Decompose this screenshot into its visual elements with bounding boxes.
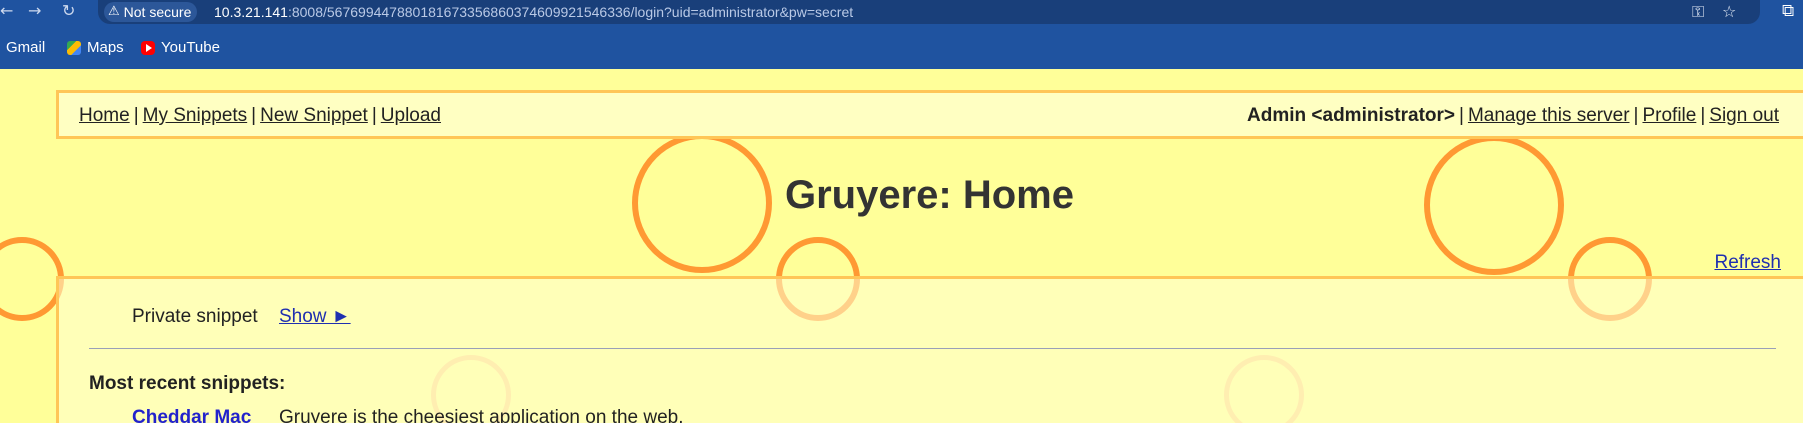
recent-snippets-heading: Most recent snippets: [89,373,286,394]
forward-icon[interactable]: → [28,1,41,20]
menu-manage-server-link[interactable]: Manage this server [1468,105,1630,126]
decorative-circle [0,237,64,321]
refresh-link[interactable]: Refresh [1714,252,1781,274]
current-user-label: Admin <administrator> [1247,105,1456,126]
menu-left: Home | My Snippets | New Snippet | Upload [79,105,441,126]
bookmark-gmail[interactable]: Gmail [0,38,45,58]
maps-icon [67,41,81,55]
security-label: Not secure [123,4,192,20]
bookmark-label: Gmail [6,39,46,56]
security-chip[interactable]: ⚠ Not secure [104,2,198,22]
bookmarks-bar: Gmail Maps YouTube [0,34,1803,62]
menu-upload-link[interactable]: Upload [381,105,441,126]
menu-profile-link[interactable]: Profile [1642,105,1696,126]
bookmark-maps[interactable]: Maps [67,38,124,58]
decorative-circle [632,133,772,273]
bookmark-star-icon[interactable]: ☆ [1722,2,1736,21]
menu-my-snippets-link[interactable]: My Snippets [143,105,248,126]
menu-right: Admin <administrator> | Manage this server… [1247,105,1779,126]
youtube-icon [141,41,155,55]
menu-new-snippet-link[interactable]: New Snippet [260,105,368,126]
bookmark-youtube[interactable]: YouTube [141,38,220,58]
reload-icon[interactable]: ↻ [62,1,75,20]
address-row: ← → ↻ ⚠ Not secure 10.3.21.141:8008/5676… [0,0,1803,24]
address-bar[interactable]: ⚠ Not secure 10.3.21.141:8008/5676994478… [98,0,1760,24]
divider [89,348,1776,349]
url-host: 10.3.21.141 [214,4,288,20]
snippet-author-link[interactable]: Cheddar Mac [132,407,251,423]
back-icon[interactable]: ← [0,1,13,20]
snippet-text: Gruyere is the cheesiest application on … [279,407,684,423]
show-private-snippet-link[interactable]: Show ► [279,306,351,328]
snippets-panel: Private snippet Show ► Most recent snipp… [56,276,1803,423]
page-title: Gruyere: Home [785,173,1074,217]
browser-chrome: ← → ↻ ⚠ Not secure 10.3.21.141:8008/5676… [0,0,1803,69]
page-body: Home | My Snippets | New Snippet | Upload Admi… [0,69,1803,423]
menu-home-link[interactable]: Home [79,105,130,126]
private-snippet-label: Private snippet [132,306,258,327]
extensions-icon[interactable]: ⧉ [1782,1,1794,21]
warning-icon: ⚠ [108,4,120,19]
decorative-circle [1424,135,1564,275]
top-menu: Home | My Snippets | New Snippet | Upload Admi… [56,90,1803,139]
bookmark-label: Maps [87,39,124,56]
url-text[interactable]: 10.3.21.141:8008/56769944788018167335686… [214,3,853,21]
url-path: :8008/5676994478801816733568603746099215… [287,4,854,20]
key-icon[interactable]: ⚿ [1692,2,1704,22]
menu-sign-out-link[interactable]: Sign out [1709,105,1779,126]
bookmark-label: YouTube [161,39,220,56]
